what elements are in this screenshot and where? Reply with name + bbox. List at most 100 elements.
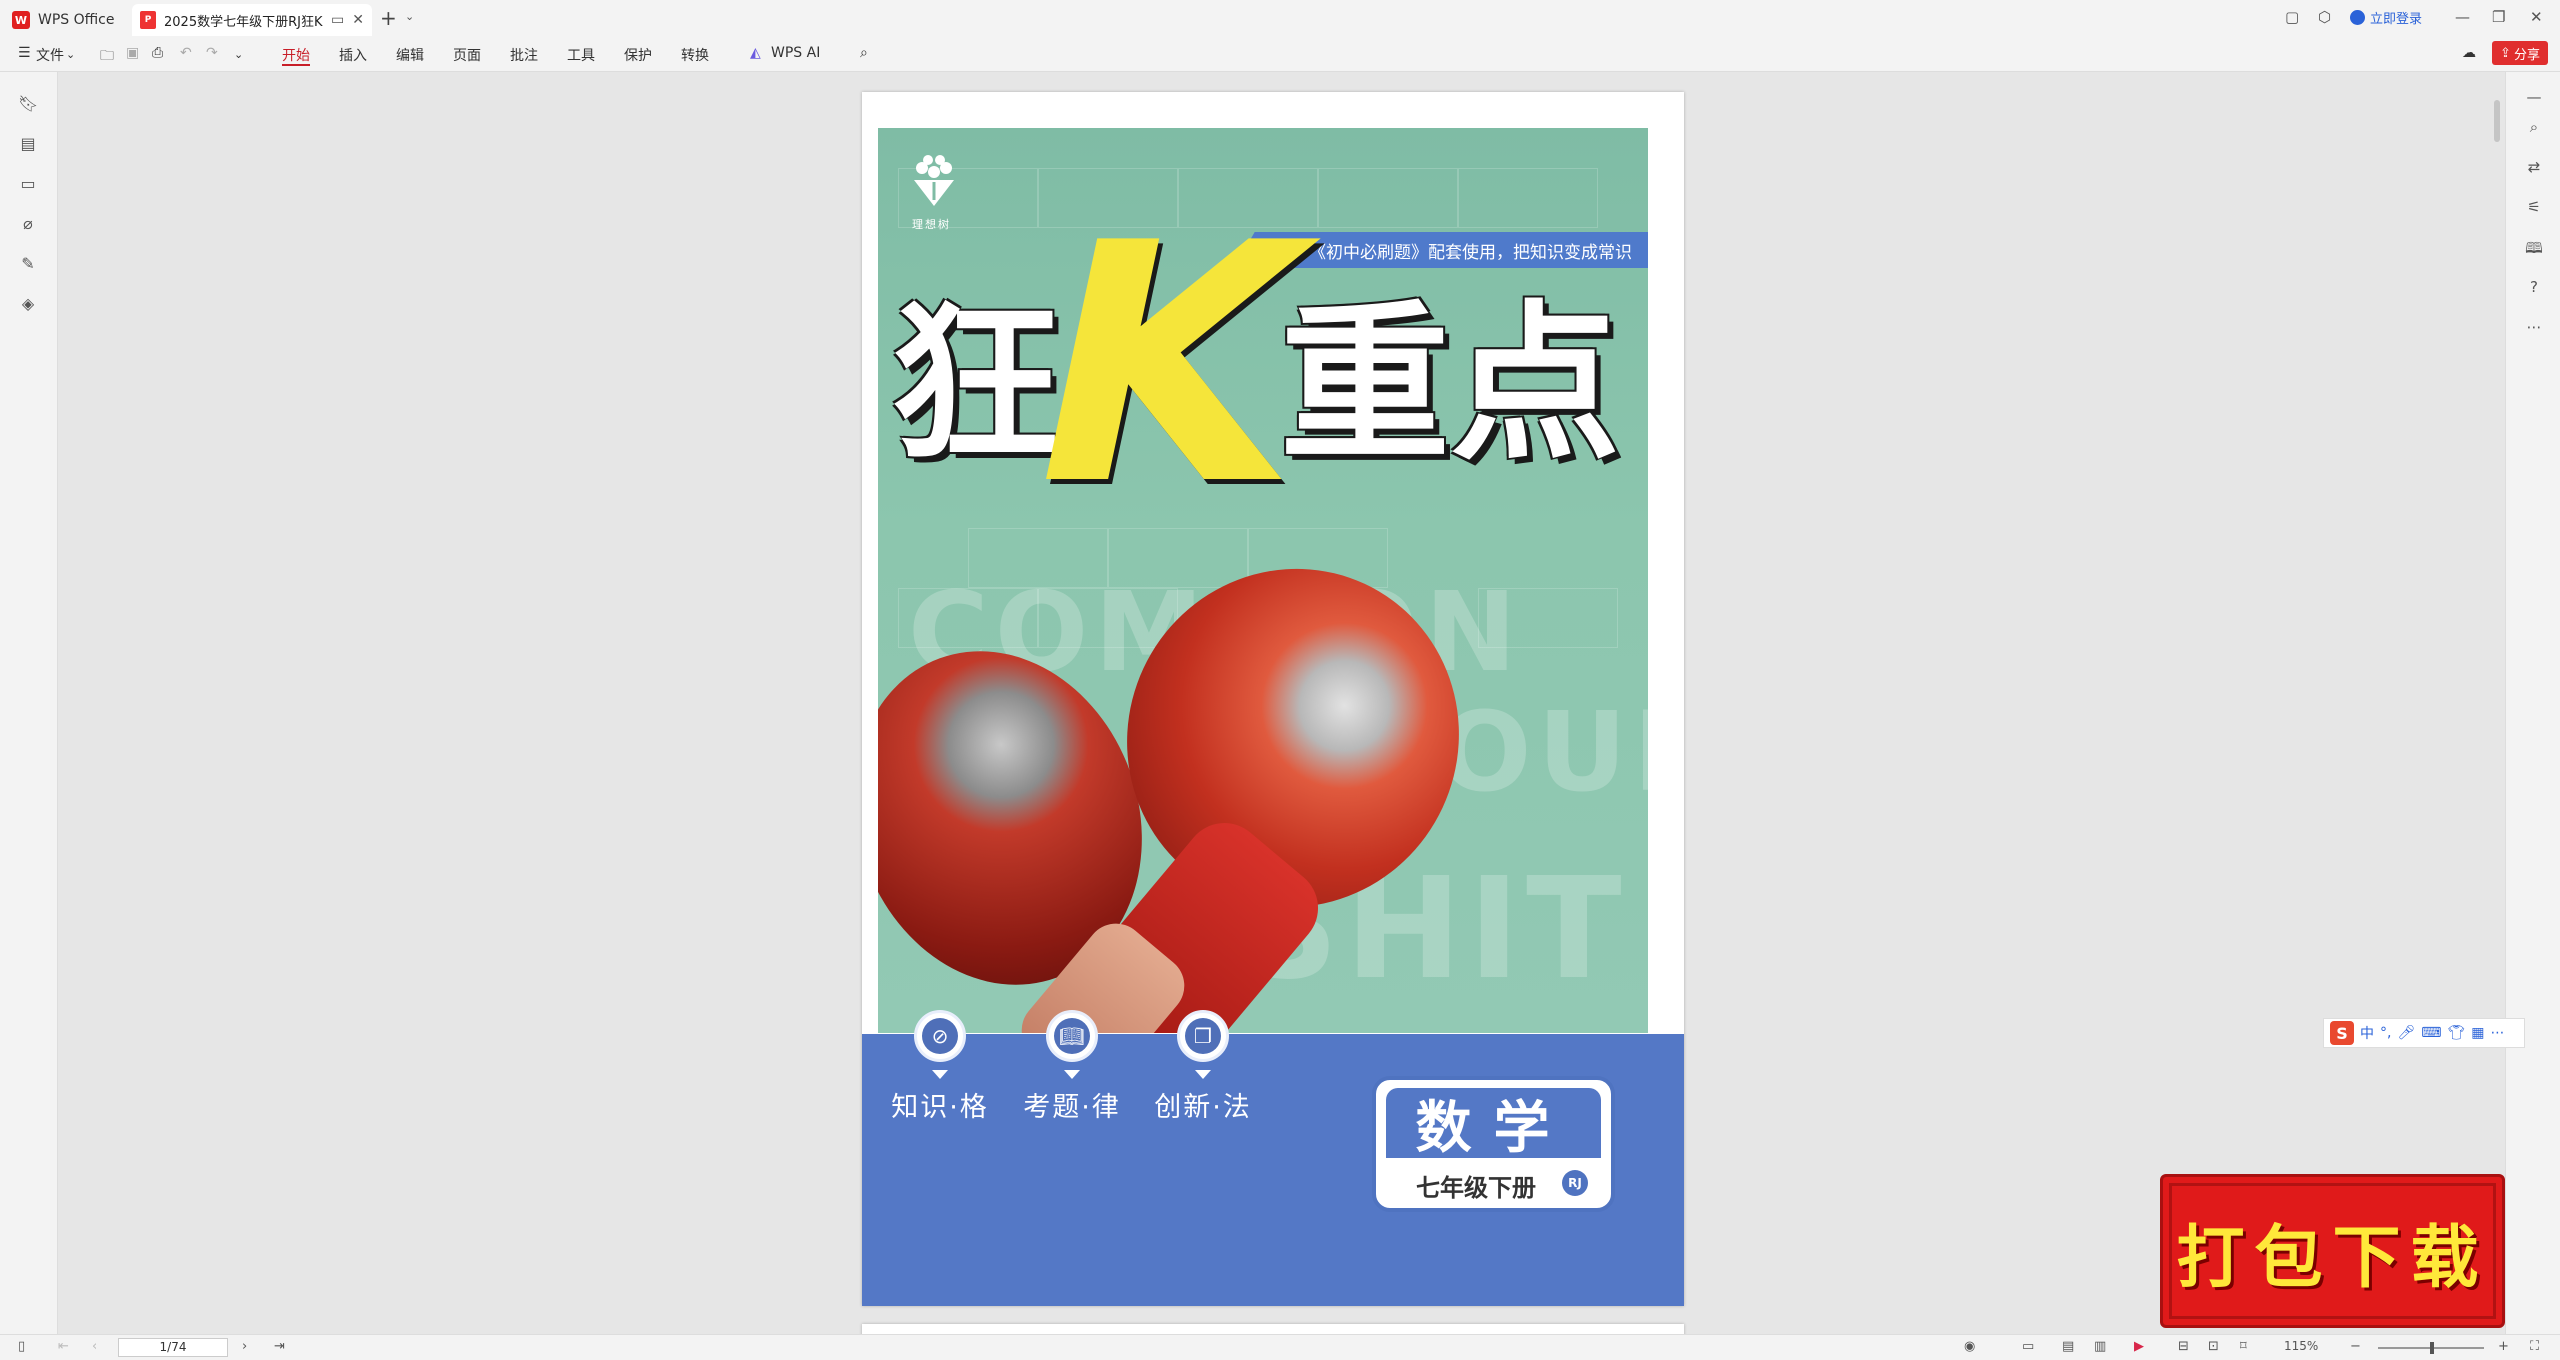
tab-home[interactable]: 开始 <box>282 45 310 65</box>
share-icon: ⇪ <box>2500 45 2511 61</box>
feature-label: 考题·律 <box>1023 1092 1121 1123</box>
feature-label: 创新·法 <box>1154 1092 1252 1123</box>
redo-icon[interactable]: ↷ <box>206 45 218 61</box>
chevron-down-icon[interactable]: ⌄ <box>405 10 414 23</box>
find-icon[interactable]: ⌕ <box>2524 118 2544 138</box>
signature-icon[interactable]: ✎ <box>18 254 38 274</box>
zoom-out-icon[interactable]: − <box>2350 1339 2361 1354</box>
share-label: 分享 <box>2513 47 2540 63</box>
single-page-icon[interactable]: ▭ <box>2022 1339 2034 1354</box>
quick-access-chevron-icon[interactable]: ⌄ <box>234 48 243 61</box>
restore-icon[interactable]: ❐ <box>2492 8 2505 26</box>
file-chevron-icon[interactable]: ⌄ <box>66 48 75 61</box>
fullscreen-icon[interactable]: ⛶ <box>2530 1339 2539 1354</box>
tab-edit[interactable]: 编辑 <box>396 45 424 65</box>
feature-circle: 📖︎ <box>1046 1010 1098 1062</box>
layers-icon[interactable]: ◈ <box>18 294 38 314</box>
bg-word-our: OUR <box>1438 688 1648 816</box>
apps-grid-icon[interactable]: ▦ <box>2471 1025 2484 1041</box>
sogou-logo-icon[interactable]: S <box>2330 1021 2354 1045</box>
ime-mode[interactable]: 中 <box>2360 1023 2374 1043</box>
open-folder-icon[interactable]: 🗀 <box>100 45 114 69</box>
tab-tools[interactable]: 工具 <box>567 45 595 65</box>
book-icon[interactable]: 🕮︎ <box>2524 238 2544 258</box>
save-icon[interactable]: ▣ <box>126 45 139 61</box>
thumbnail-icon[interactable]: ▤ <box>18 134 38 154</box>
slash-circle-icon: ⊘ <box>922 1018 958 1054</box>
menu-file[interactable]: 文件 <box>36 45 64 65</box>
zoom-slider-handle[interactable] <box>2430 1342 2434 1354</box>
login-button[interactable]: 立即登录 <box>2350 8 2422 27</box>
wps-home-tab[interactable]: W WPS Office <box>12 6 115 34</box>
next-page-icon[interactable]: › <box>242 1339 247 1354</box>
help-icon[interactable]: ? <box>2524 278 2544 298</box>
vertical-scrollbar[interactable] <box>2494 100 2500 142</box>
window-layout-icon[interactable]: ▢ <box>2285 8 2299 26</box>
new-tab-plus-icon[interactable]: + <box>380 6 397 30</box>
tab-convert[interactable]: 转换 <box>681 45 709 65</box>
collapse-icon[interactable]: — <box>2524 88 2544 108</box>
attachment-icon[interactable]: ⌀ <box>18 214 38 234</box>
skin-icon[interactable]: 👕︎ <box>2447 1025 2465 1041</box>
status-bar: ▯ ⇤ ‹ 1/74 › ⇥ ◉ ▭ ▤ ▥ ▶ ⊟ ⊡ ⌑ 115% − + … <box>0 1334 2560 1360</box>
print-icon[interactable]: ⎙ <box>152 45 163 61</box>
punctuation-icon[interactable]: °, <box>2380 1025 2391 1041</box>
tab-insert[interactable]: 插入 <box>339 45 367 65</box>
tab-annotate[interactable]: 批注 <box>510 45 538 65</box>
fit-width-icon[interactable]: ⊟ <box>2178 1339 2189 1354</box>
eye-icon[interactable]: ◉ <box>1964 1339 1975 1354</box>
subject-badge: 数学 七年级下册 RJ <box>1372 1076 1615 1212</box>
bookmark-icon[interactable]: 🔖︎ <box>18 94 38 114</box>
feature-exam: 📖︎ 考题·律 <box>1017 1010 1127 1124</box>
cube-icon[interactable]: ⬡ <box>2318 8 2331 26</box>
minimize-icon[interactable]: — <box>2455 8 2470 26</box>
logo-text: 理想树 <box>912 218 951 231</box>
keyboard-icon[interactable]: ⌨ <box>2421 1025 2441 1041</box>
settings-sliders-icon[interactable]: ⚟ <box>2524 198 2544 218</box>
last-page-icon[interactable]: ⇥ <box>274 1339 285 1354</box>
search-icon[interactable]: ⌕ <box>860 45 868 61</box>
more-icon[interactable]: ⋯ <box>2524 318 2544 338</box>
zoom-in-icon[interactable]: + <box>2498 1339 2509 1354</box>
play-icon[interactable]: ▶ <box>2134 1339 2144 1354</box>
undo-icon[interactable]: ↶ <box>180 45 192 61</box>
fit-page-icon[interactable]: ⊡ <box>2208 1339 2219 1354</box>
user-avatar-icon <box>2350 10 2365 25</box>
subject-title: 数学 <box>1386 1088 1601 1161</box>
feature-label: 知识·格 <box>891 1092 989 1123</box>
tab-wps-ai[interactable]: WPS AI <box>771 45 820 61</box>
title-zhongdian: 重点 <box>1280 286 1621 484</box>
caret-down-icon <box>932 1070 948 1079</box>
ime-more-icon[interactable]: ⋯ <box>2490 1025 2504 1041</box>
cloud-sync-icon[interactable]: ☁ <box>2462 45 2476 61</box>
prev-page-icon[interactable]: ‹ <box>92 1339 97 1354</box>
close-window-icon[interactable]: ✕ <box>2530 8 2543 26</box>
continuous-page-icon[interactable]: ▤ <box>2062 1339 2074 1354</box>
share-button[interactable]: ⇪ 分享 <box>2492 41 2548 65</box>
feature-knowledge: ⊘ 知识·格 <box>885 1010 995 1124</box>
two-page-icon[interactable]: ▥ <box>2094 1339 2106 1354</box>
document-tab-title: 2025数学七年级下册RJ狂K重 <box>164 14 324 30</box>
open-book-icon: 📖︎ <box>1054 1018 1090 1054</box>
title-bar: W WPS Office P 2025数学七年级下册RJ狂K重 ▭ ✕ + ⌄ … <box>0 0 2560 38</box>
close-tab-icon[interactable]: ✕ <box>352 12 364 28</box>
banner-text: 与《初中必刷题》配套使用，把知识变成常识 <box>1292 242 1632 263</box>
tab-page[interactable]: 页面 <box>453 45 481 65</box>
tab-protect[interactable]: 保护 <box>624 45 652 65</box>
wps-logo-icon: W <box>12 11 30 29</box>
pdf-file-icon: P <box>140 11 156 29</box>
microphone-icon[interactable]: 🎤︎ <box>2397 1025 2415 1041</box>
first-page-icon[interactable]: ⇤ <box>58 1339 69 1354</box>
zoom-level[interactable]: 115% <box>2284 1339 2318 1353</box>
hamburger-icon[interactable]: ☰ <box>18 45 31 61</box>
edition-badge: RJ <box>1562 1170 1588 1196</box>
monitor-icon[interactable]: ▭ <box>331 12 344 28</box>
ime-toolbar[interactable]: S 中 °, 🎤︎ ⌨ 👕︎ ▦ ⋯ <box>2323 1018 2525 1048</box>
bookmark-view-icon[interactable]: ⌑ <box>2240 1339 2247 1354</box>
translate-icon[interactable]: ⇄ <box>2524 158 2544 178</box>
toggle-sidebar-icon[interactable]: ▯ <box>18 1339 25 1354</box>
download-pack-button[interactable]: 打包下载 <box>2160 1174 2505 1328</box>
comment-icon[interactable]: ▭ <box>18 174 38 194</box>
document-tab[interactable]: P 2025数学七年级下册RJ狂K重 ▭ ✕ <box>132 4 372 36</box>
page-number-field[interactable]: 1/74 <box>118 1338 228 1357</box>
